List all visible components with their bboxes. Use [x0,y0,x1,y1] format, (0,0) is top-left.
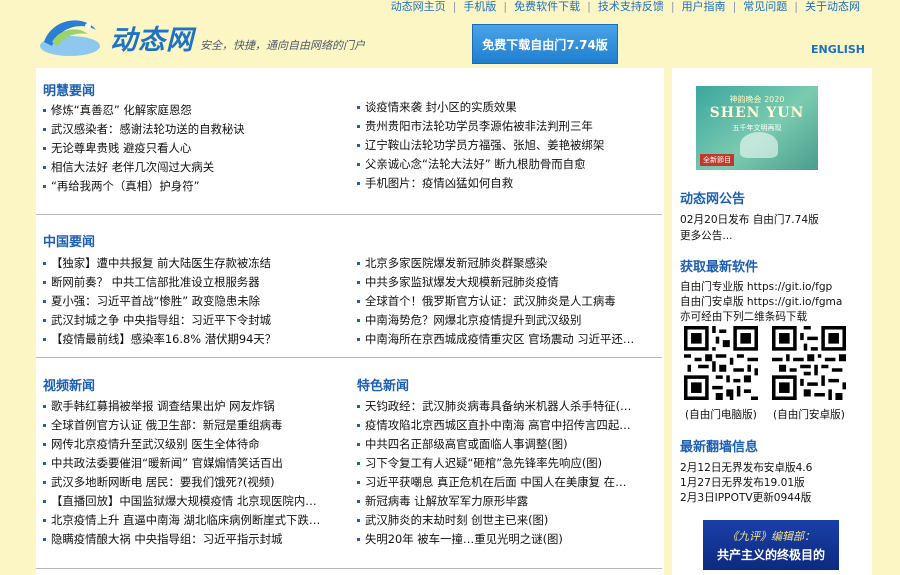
nav-support-link[interactable]: 技术支持反馈 [594,0,668,14]
video-news-title[interactable]: 视频新闻 [43,375,95,394]
list-item[interactable]: 歌手韩红募捐被举报 调查结果出炉 网友炸锅 [43,397,341,416]
list-item[interactable]: 习近平获嘲息 真正危机在后面 中国人在美康复 在… [357,473,657,492]
get-software-title[interactable]: 获取最新软件 [680,256,758,275]
list-item[interactable]: 【直播回放】中国监狱爆大规模疫情 北京现医院内… [43,492,341,511]
qr-android-caption: (自由门安卓版) [773,409,845,421]
announcement-item[interactable]: 02月20日发布 自由门7.74版 [680,212,819,227]
featured-news-title[interactable]: 特色新闻 [357,375,409,394]
nav-faq-link[interactable]: 常见问题 [739,0,791,14]
list-item[interactable]: 辽宁鞍山法轮功学员方福强、张旭、姜艳被绑架 [357,136,657,155]
header: 动态网 安全，快捷，通向自由网络的门户 动态网主页 | 手机版 | 免费软件下载 | … [0,0,900,72]
banner-line-2: SHEN YUN [709,105,805,121]
banner-line-2: 共产主义的终极目的 [716,548,825,562]
list-item[interactable]: 疫情攻陷北京西城区直扑中南海 高官中招传言四起… [357,416,657,435]
banner-badge: 全新節目 [700,154,734,166]
qr-pc-caption: (自由门电脑版) [685,409,757,421]
list-item[interactable]: 武汉多地断网断电 居民：要我们饿死?(视频) [43,473,341,492]
list-item[interactable]: 断网前奏？ 中共工信部批准设立根服务器 [43,273,343,292]
logo-icon[interactable] [38,12,102,60]
list-item[interactable]: 全球首个！俄罗斯官方认证：武汉肺炎是人工病毒 [357,292,657,311]
list-item[interactable]: 手机图片：疫情凶猛如何自救 [357,174,657,193]
list-item[interactable]: 失明20年 被车一撞…重见光明之谜(图) [357,530,657,549]
dancer-image [740,132,778,158]
list-item[interactable]: 父亲诚心念“法轮大法好” 断九根肋骨而自愈 [357,155,657,174]
list-item[interactable]: 修炼“真善忍” 化解家庭恩怨 [43,101,343,120]
banner-line-1: 神韵晚会 2020 [729,95,785,104]
tagline: 安全，快捷，通向自由网络的门户 [200,39,365,52]
top-nav: 动态网主页 | 手机版 | 免费软件下载 | 技术支持反馈 | 用户指南 | 常见问题 | … [387,0,864,14]
nav-about-link[interactable]: 关于动态网 [801,0,864,14]
software-android-link[interactable]: 自由门安卓版 https://git.io/fgma [680,294,842,309]
shen-yun-banner[interactable]: 神韵晚会 2020 SHEN YUN 五千年文明再现 全新節目 [696,86,818,170]
list-item[interactable]: 武汉肺炎的末劫时刻 创世主已来(图) [357,511,657,530]
china-news-title[interactable]: 中国要闻 [43,231,95,250]
list-item[interactable]: 【独家】遭中共报复 前大陆医生存款被冻结 [43,254,343,273]
video-news-list: 歌手韩红募捐被举报 调查结果出炉 网友炸锅 全球首例官方认证 俄卫生部：新冠是重… [43,397,341,549]
nav-home-link[interactable]: 动态网主页 [387,0,450,14]
list-item[interactable]: 贵州贵阳市法轮功学员李源佑被非法判刑三年 [357,117,657,136]
logo-text[interactable]: 动态网 [110,18,194,57]
minghui-left-list: 修炼“真善忍” 化解家庭恩怨 武汉感染者：感谢法轮功送的自救秘诀 无论尊卑贵贱 … [43,101,343,196]
list-item[interactable]: 新冠病毒 让解放军军力原形毕露 [357,492,657,511]
software-pro-link[interactable]: 自由门专业版 https://git.io/fgp [680,279,832,294]
list-item[interactable]: 武汉封城之争 中央指导组：习近平下令封城 [43,311,343,330]
featured-news-list: 天钧政经：武汉肺炎病毒具备纳米机器人杀手特征(… 疫情攻陷北京西城区直扑中南海 … [357,397,657,549]
list-item[interactable]: 习下令复工有人迟疑“砸棺”急先锋率先响应(图) [357,454,657,473]
list-item[interactable]: 天钧政经：武汉肺炎病毒具备纳米机器人杀手特征(… [357,397,657,416]
list-item[interactable]: 网传北京疫情升至武汉级别 医生全体待命 [43,435,341,454]
list-item[interactable]: “再给我两个（真相）护身符” [43,177,343,196]
announcements-title[interactable]: 动态网公告 [680,188,745,207]
list-item[interactable]: 中共多家监狱爆发大规模新冠肺炎疫情 [357,273,657,292]
nav-download-link[interactable]: 免费软件下载 [510,0,584,14]
divider [36,214,662,215]
divider [36,357,662,358]
list-item[interactable]: 北京疫情上升 直逼中南海 湖北临床病例断崖式下跌… [43,511,341,530]
nine-commentaries-banner[interactable]: 《九评》编辑部： 共产主义的终极目的 [703,520,839,570]
wall-news-title[interactable]: 最新翻墙信息 [680,436,758,455]
banner-line-1: 《九评》编辑部： [727,530,815,543]
list-item[interactable]: 全球首例官方认证 俄卫生部：新冠是重组病毒 [43,416,341,435]
wall-news-item[interactable]: 1月27日无界发布19.01版 [680,475,805,490]
nav-mobile-link[interactable]: 手机版 [459,0,500,14]
list-item[interactable]: 【疫情最前线】感染率16.8% 潜伏期94天？ [43,330,343,349]
list-item[interactable]: 中南海所在京西城成疫情重灾区 官场震动 习近平还… [357,330,657,349]
qr-code-android-icon[interactable] [772,326,846,400]
list-item[interactable]: 武汉感染者：感谢法轮功送的自救秘诀 [43,120,343,139]
list-item[interactable]: 隐瞒疫情酿大祸 中央指导组：习近平指示封城 [43,530,341,549]
list-item[interactable]: 北京多家医院爆发新冠肺炎群聚感染 [357,254,657,273]
list-item[interactable]: 谈疫情来袭 封小区的实质效果 [357,98,657,117]
download-button[interactable]: 免费下载自由门7.74版 [472,24,618,64]
wall-news-item[interactable]: 2月3日IPPOTV更新0944版 [680,490,811,505]
divider [36,568,662,569]
minghui-right-list: 谈疫情来袭 封小区的实质效果 贵州贵阳市法轮功学员李源佑被非法判刑三年 辽宁鞍山… [357,98,657,193]
list-item[interactable]: 中共政法委要催泪“暖新闻” 官媒煽情笑话百出 [43,454,341,473]
more-announcements-link[interactable]: 更多公告... [680,228,732,243]
english-link[interactable]: ENGLISH [811,43,865,56]
list-item[interactable]: 中共四名正部级高官或面临人事调整(图) [357,435,657,454]
minghui-title[interactable]: 明慧要闻 [43,80,95,99]
list-item[interactable]: 夏小强：习近平首战“惨胜” 政变隐患未除 [43,292,343,311]
wall-news-item[interactable]: 2月12日无界发布安卓版4.6 [680,460,812,475]
qr-hint-text: 亦可经由下列二维条码下载 [680,311,808,323]
qr-code-pc-icon[interactable] [684,326,758,400]
nav-guide-link[interactable]: 用户指南 [678,0,730,14]
china-right-list: 北京多家医院爆发新冠肺炎群聚感染 中共多家监狱爆发大规模新冠肺炎疫情 全球首个！… [357,254,657,349]
list-item[interactable]: 中南海势危？网爆北京疫情提升到武汉级别 [357,311,657,330]
china-left-list: 【独家】遭中共报复 前大陆医生存款被冻结 断网前奏？ 中共工信部批准设立根服务器… [43,254,343,349]
list-item[interactable]: 无论尊卑贵贱 避疫只看人心 [43,139,343,158]
list-item[interactable]: 相信大法好 老伴几次闯过大病关 [43,158,343,177]
